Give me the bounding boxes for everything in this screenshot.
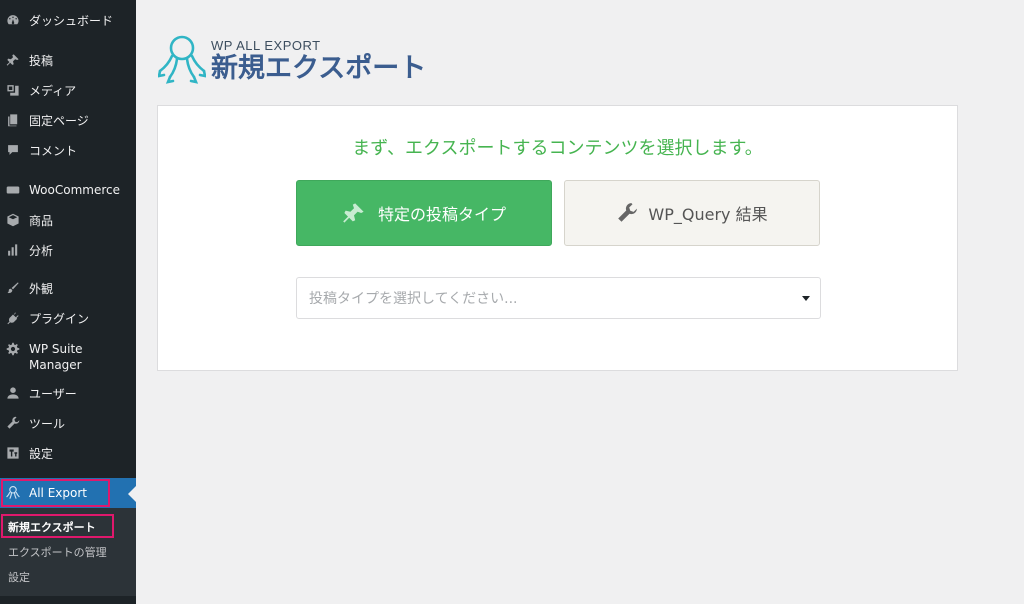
menu-label: プラグイン xyxy=(29,311,90,326)
menu-label: 商品 xyxy=(29,213,54,228)
menu-products[interactable]: 商品 xyxy=(0,205,136,235)
box-icon xyxy=(6,213,20,227)
settings-icon xyxy=(6,446,20,460)
menu-label: 分析 xyxy=(29,243,54,258)
wrench-icon xyxy=(6,416,20,430)
media-icon xyxy=(6,83,20,97)
menu-dashboard[interactable]: ダッシュボード xyxy=(0,5,136,35)
menu-posts[interactable]: 投稿 xyxy=(0,45,136,75)
page-title: 新規エクスポート xyxy=(211,53,427,84)
menu-label: 設定 xyxy=(29,446,54,461)
menu-media[interactable]: メディア xyxy=(0,75,136,105)
instruction-text: まず、エクスポートするコンテンツを選択します。 xyxy=(352,138,763,159)
menu-settings[interactable]: 設定 xyxy=(0,438,136,468)
wrench-icon xyxy=(618,203,638,222)
select-placeholder: 投稿タイプを選択してください... xyxy=(309,291,518,307)
submenu-item-settings[interactable]: 設定 xyxy=(8,569,30,585)
menu-users[interactable]: ユーザー xyxy=(0,378,136,408)
woo-icon xyxy=(6,183,20,197)
menu-appearance[interactable]: 外観 xyxy=(0,273,136,303)
brush-icon xyxy=(6,281,20,295)
brand-subtitle: WP ALL EXPORT xyxy=(211,38,321,53)
menu-label: WooCommerce xyxy=(29,183,120,197)
menu-label: 固定ページ xyxy=(29,113,89,128)
menu-label: 投稿 xyxy=(29,53,54,68)
post-type-select[interactable]: 投稿タイプを選択してください... xyxy=(296,277,821,319)
active-arrow-indicator xyxy=(128,486,136,502)
pin-icon xyxy=(6,53,20,67)
submenu-item-manage-exports[interactable]: エクスポートの管理 xyxy=(8,544,107,560)
caret-down-icon xyxy=(802,295,810,301)
page-icon xyxy=(6,113,20,127)
menu-wp-suite-manager[interactable]: WP Suite Manager xyxy=(0,335,136,375)
menu-label: ツール xyxy=(29,416,66,431)
export-panel: まず、エクスポートするコンテンツを選択します。 特定の投稿タイプ WP_Quer… xyxy=(157,105,958,371)
menu-pages[interactable]: 固定ページ xyxy=(0,105,136,135)
menu-label: All Export xyxy=(29,486,87,500)
menu-label: 外観 xyxy=(29,281,54,296)
page-header: WP ALL EXPORT 新規エクスポート xyxy=(157,34,427,90)
submenu-item-new-export[interactable]: 新規エクスポート xyxy=(8,519,96,535)
comment-icon xyxy=(6,143,20,157)
pin-icon xyxy=(343,203,364,223)
menu-tools[interactable]: ツール xyxy=(0,408,136,438)
menu-analytics[interactable]: 分析 xyxy=(0,235,136,265)
button-label: 特定の投稿タイプ xyxy=(377,205,506,224)
user-icon xyxy=(6,386,20,400)
wp-query-results-button[interactable]: WP_Query 結果 xyxy=(564,180,820,246)
menu-all-export[interactable]: All Export xyxy=(0,478,136,508)
menu-label-line1: WP Suite xyxy=(29,342,83,356)
bar-chart-icon xyxy=(6,243,20,257)
menu-label: メディア xyxy=(29,83,77,98)
octopus-icon xyxy=(5,485,21,501)
menu-label-line2: Manager xyxy=(29,358,82,372)
menu-woocommerce[interactable]: WooCommerce xyxy=(0,175,136,205)
dashboard-icon xyxy=(6,13,20,27)
menu-label: ユーザー xyxy=(29,386,77,401)
admin-sidebar: ダッシュボード 投稿 メディア 固定ページ コメント WooCommerce 商… xyxy=(0,0,136,604)
button-label: WP_Query 結果 xyxy=(648,205,768,224)
menu-label: コメント xyxy=(29,143,78,158)
specific-post-type-button[interactable]: 特定の投稿タイプ xyxy=(296,180,552,246)
menu-label: WP Suite Manager xyxy=(29,341,83,373)
plug-icon xyxy=(6,311,20,325)
gear-icon xyxy=(6,342,20,356)
menu-label: ダッシュボード xyxy=(29,13,114,28)
menu-comments[interactable]: コメント xyxy=(0,135,136,165)
octopus-logo-icon xyxy=(157,34,207,90)
menu-plugins[interactable]: プラグイン xyxy=(0,303,136,333)
